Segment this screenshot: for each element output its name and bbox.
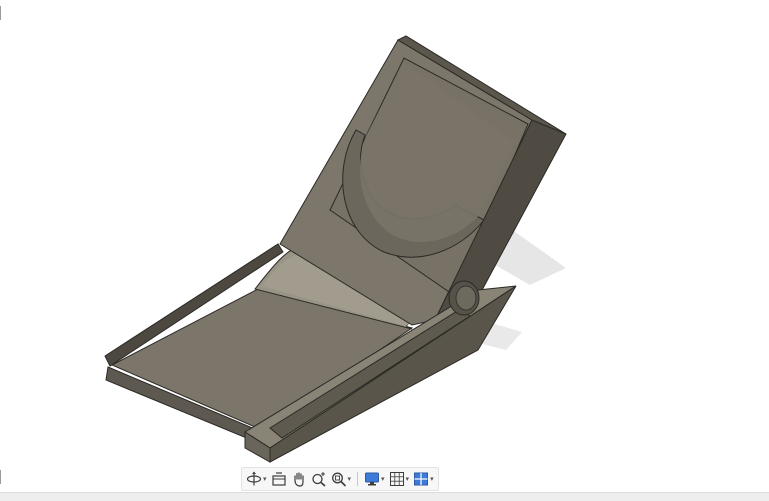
display-settings-button[interactable]: ▾ [363, 469, 386, 489]
fit-dropdown-caret[interactable]: ▾ [348, 475, 352, 483]
viewport-edge-mark-top [0, 6, 1, 20]
orbit-icon [246, 471, 262, 486]
zoom-button[interactable] [310, 469, 328, 489]
display-settings-icon [365, 472, 380, 486]
viewports-dropdown-caret[interactable]: ▾ [430, 475, 434, 483]
look-at-icon [271, 472, 286, 486]
viewports-button[interactable]: ▾ [412, 469, 435, 489]
orbit-dropdown-caret[interactable]: ▾ [263, 475, 267, 483]
pan-icon [293, 472, 304, 487]
orbit-button[interactable]: ▾ [245, 469, 268, 489]
canvas-viewport[interactable] [0, 0, 769, 490]
grid-snaps-icon [389, 472, 404, 486]
viewport-edge-mark-bottom [0, 470, 1, 484]
model-render[interactable] [0, 0, 769, 490]
fit-button[interactable]: ▾ [330, 469, 353, 489]
grid-snaps-dropdown-caret[interactable]: ▾ [406, 475, 410, 483]
display-settings-dropdown-caret[interactable]: ▾ [381, 475, 385, 483]
fit-icon [331, 472, 346, 487]
look-at-button[interactable] [270, 469, 288, 489]
grid-snaps-button[interactable]: ▾ [388, 469, 411, 489]
channel-hole-inner [455, 285, 477, 311]
viewports-icon [414, 472, 429, 486]
toolbar-separator [357, 472, 359, 486]
navigation-toolbar: ▾ ▾ ▾ ▾ ▾ [241, 467, 439, 491]
zoom-icon [311, 472, 326, 487]
pan-button[interactable] [290, 469, 308, 489]
